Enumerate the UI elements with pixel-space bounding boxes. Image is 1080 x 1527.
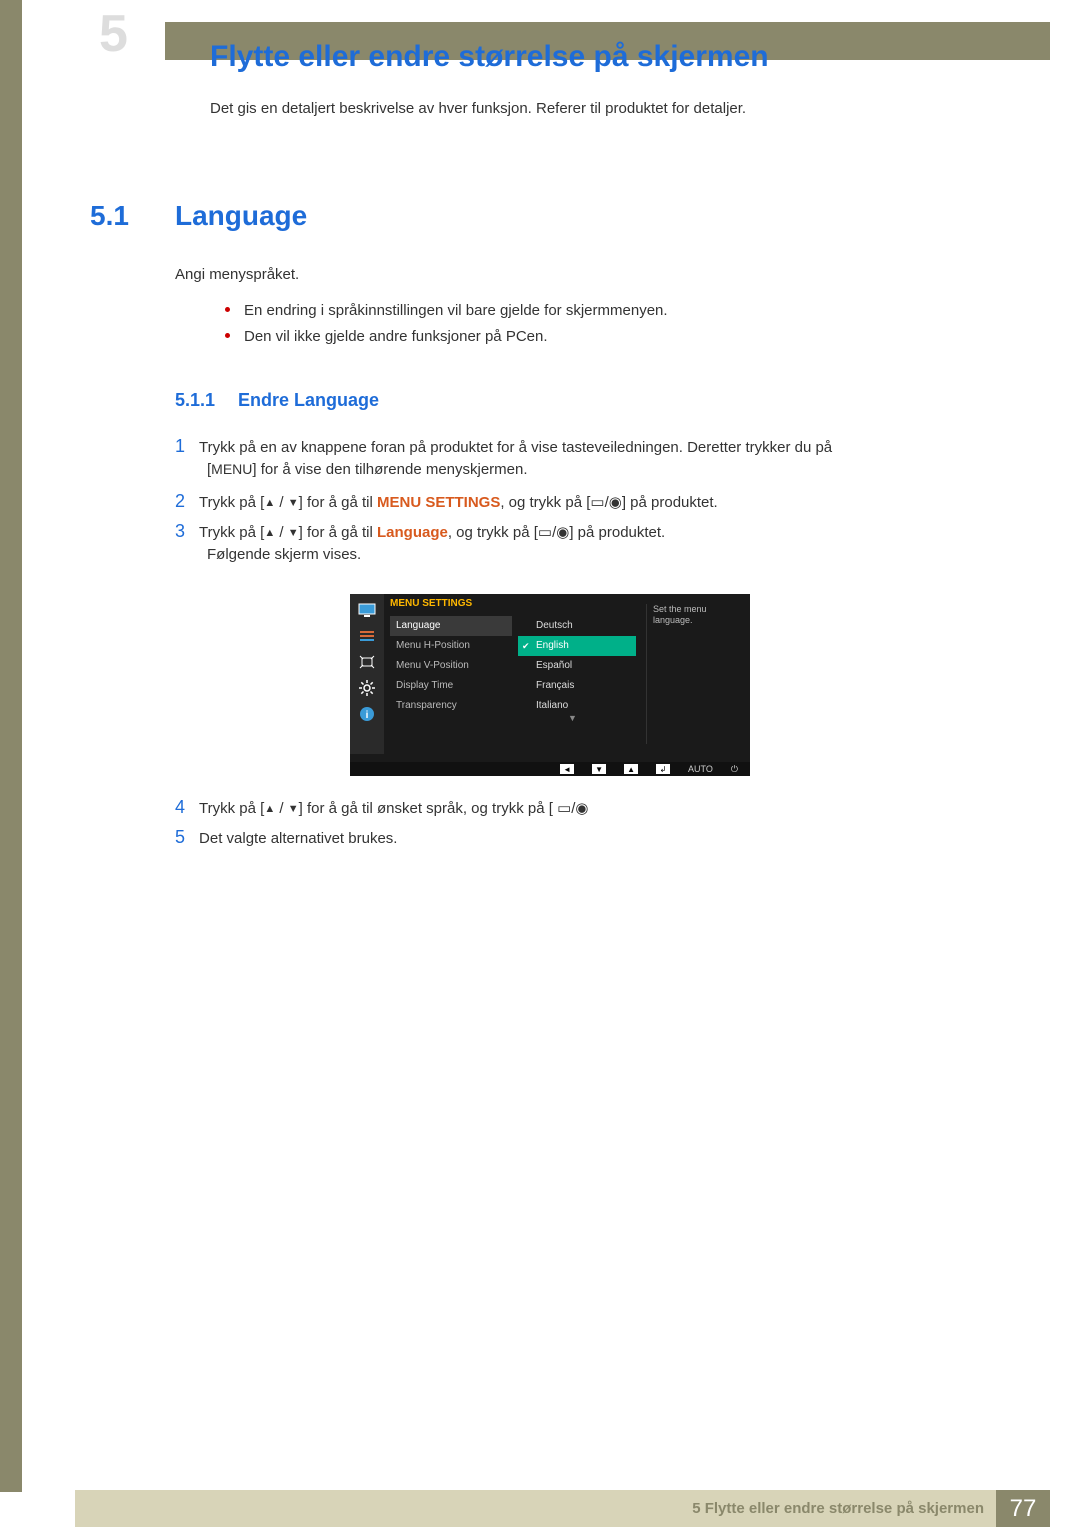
step-number-1: 1 [175,436,185,456]
step-5-text: Det valgte alternativet brukes. [199,830,397,847]
menu-keyword: MENU [211,461,252,477]
note-bullet-1: En endring i språkinnstillingen vil bare… [225,302,668,319]
step-3-text-a: Trykk på [ [199,524,264,541]
step-3-text-d: ] på produktet. [569,524,665,541]
step-3-line2: Følgende skjerm vises. [207,543,361,567]
subsection-title: Endre Language [238,390,379,411]
rect-icon: ▭ [557,800,571,817]
step-3-text-e: Følgende skjerm vises. [207,546,361,563]
step-3: 3Trykk på [▲ / ▼] for å gå til Language,… [175,517,665,546]
enter-icon: ◉ [556,524,569,541]
osd-description: Set the menu language. [646,604,742,744]
section-title: Language [175,200,307,232]
osd-screenshot: i MENU SETTINGS Language Menu H-Position… [350,594,750,776]
note-text-2: Den vil ikke gjelde andre funksjoner på … [244,328,548,345]
gear-icon [357,680,377,696]
osd-item-display-time: Display Time [390,676,512,696]
auto-key-label: AUTO [688,764,713,774]
osd-opt-italiano: Italiano [518,696,636,716]
up-triangle-icon: ▲ [264,527,275,539]
step-2-text-b: ] for å gå til [299,494,377,511]
section-lead: Angi menyspråket. [175,266,299,283]
osd-opt-francais: Français [518,676,636,696]
rect-icon: ▭ [538,524,552,541]
down-triangle-icon: ▼ [288,527,299,539]
osd-item-transparency: Transparency [390,696,512,716]
enter-icon: ◉ [575,800,588,817]
osd-item-menu-h-pos: Menu H-Position [390,636,512,656]
menu-settings-highlight: MENU SETTINGS [377,494,500,511]
osd-opt-espanol: Español [518,656,636,676]
page-title: Flytte eller endre størrelse på skjermen [210,40,769,74]
up-triangle-icon: ▲ [264,497,275,509]
subsection-number: 5.1.1 [175,390,215,411]
scroll-down-icon: ▼ [568,713,577,723]
up-triangle-icon: ▲ [264,803,275,815]
osd-item-menu-v-pos: Menu V-Position [390,656,512,676]
back-key-icon: ◄ [560,764,574,774]
resize-icon [357,654,377,670]
osd-menu-items: Language Menu H-Position Menu V-Position… [390,616,512,716]
step-4: 4Trykk på [▲ / ▼] for å gå til ønsket sp… [175,793,589,822]
bullet-dot-icon [225,333,230,338]
down-triangle-icon: ▼ [288,803,299,815]
step-number-3: 3 [175,521,185,541]
chapter-number: 5 [75,8,128,60]
left-margin-bar [0,0,22,1492]
osd-footer: ◄ ▼ ▲ ↲ AUTO ⏻ [350,762,750,776]
down-key-icon: ▼ [592,764,606,774]
info-icon: i [357,706,377,722]
step-2-text-d: ] på produktet. [622,494,718,511]
step-number-2: 2 [175,491,185,511]
step-2-text-a: Trykk på [ [199,494,264,511]
step-5: 5 Det valgte alternativet brukes. [175,823,397,852]
step-1: 1 Trykk på en av knappene foran på produk… [175,432,935,461]
step-number-4: 4 [175,797,185,817]
osd-header: MENU SETTINGS [390,598,472,609]
up-key-icon: ▲ [624,764,638,774]
step-1-text-b: ] for å vise den tilhørende menyskjermen… [252,461,527,478]
step-3-text-c: , og trykk på [ [448,524,538,541]
chapter-tab: 5 [75,18,165,60]
step-4-text-a: Trykk på [ [199,800,264,817]
note-bullet-2: Den vil ikke gjelde andre funksjoner på … [225,328,548,345]
osd-opt-english: English [518,636,636,656]
osd-language-options: Deutsch English Español Français Italian… [518,616,636,716]
monitor-icon [357,602,377,618]
down-triangle-icon: ▼ [288,497,299,509]
page-number: 77 [996,1490,1050,1527]
bullet-dot-icon [225,307,230,312]
step-1-text-a: Trykk på en av knappene foran på produkt… [199,439,832,456]
step-1-line2: [MENU] for å vise den tilhørende menyskj… [207,458,528,482]
footer-text: 5 Flytte eller endre størrelse på skjerm… [692,1500,996,1517]
power-key-icon: ⏻ [731,764,738,775]
svg-text:i: i [366,710,369,721]
step-2-text-c: , og trykk på [ [500,494,590,511]
footer-band: 5 Flytte eller endre størrelse på skjerm… [75,1490,1050,1527]
step-2: 2Trykk på [▲ / ▼] for å gå til MENU SETT… [175,487,718,516]
osd-opt-deutsch: Deutsch [518,616,636,636]
osd-item-language: Language [390,616,512,636]
step-number-5: 5 [175,827,185,847]
step-3-text-b: ] for å gå til [299,524,377,541]
section-number: 5.1 [90,200,129,232]
bars-icon [357,628,377,644]
enter-icon: ◉ [609,494,622,511]
note-text-1: En endring i språkinnstillingen vil bare… [244,302,668,319]
rect-icon: ▭ [590,494,604,511]
language-highlight: Language [377,524,448,541]
step-4-text-b: ] for å gå til ønsket språk, og trykk på… [299,800,553,817]
enter-key-icon: ↲ [656,764,670,774]
osd-sidebar: i [350,594,384,754]
intro-text: Det gis en detaljert beskrivelse av hver… [210,100,746,117]
